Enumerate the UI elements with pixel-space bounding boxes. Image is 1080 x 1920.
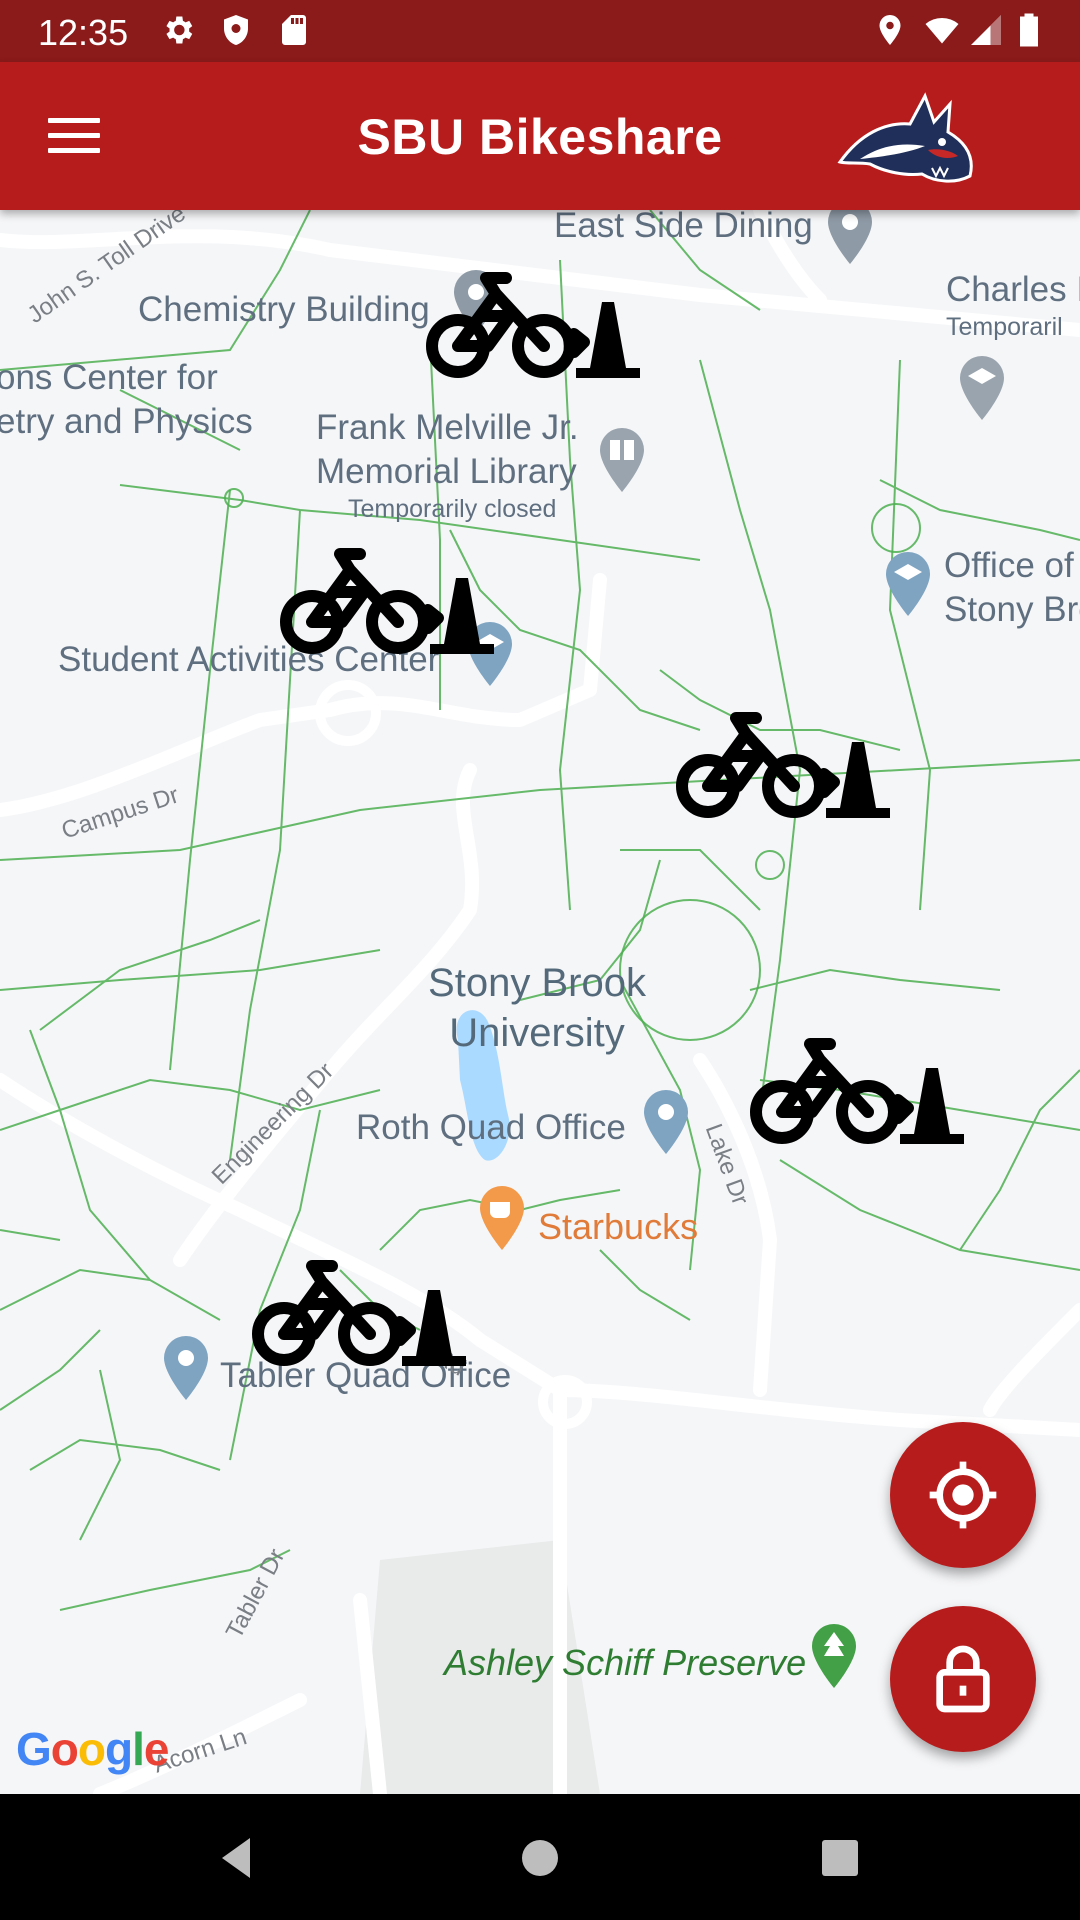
label-starbucks: Starbucks	[538, 1206, 699, 1247]
home-icon[interactable]	[516, 1834, 564, 1882]
map-pin-icon[interactable]	[826, 210, 874, 264]
my-location-button[interactable]	[890, 1422, 1036, 1568]
label-sbu-1: Stony Brook	[428, 961, 646, 1005]
label-roth: Roth Quad Office	[356, 1108, 626, 1147]
school-pin-icon[interactable]	[884, 552, 932, 616]
label-ashley: Ashley Schiff Preserve	[444, 1642, 807, 1683]
label-office-2: Stony Bro	[944, 590, 1080, 629]
bike-station-marker[interactable]	[424, 270, 640, 382]
cell-signal-icon	[971, 15, 1001, 45]
seawolf-logo	[837, 92, 973, 183]
location-icon	[879, 15, 901, 45]
label-simons-2: etry and Physics	[0, 402, 253, 441]
unlock-bike-button[interactable]	[890, 1606, 1036, 1752]
park-pin-icon[interactable]	[810, 1624, 858, 1688]
map-pin-icon[interactable]	[642, 1090, 690, 1154]
bike-station-marker[interactable]	[674, 710, 890, 822]
label-library-sub: Temporarily closed	[348, 495, 557, 523]
wifi-icon	[925, 17, 959, 44]
recents-icon[interactable]	[816, 1834, 864, 1882]
shield-icon	[224, 15, 248, 45]
label-library-2: Memorial Library	[316, 452, 577, 491]
cafe-pin-icon[interactable]	[478, 1186, 526, 1250]
settings-icon	[166, 16, 193, 44]
map-view[interactable]: East Side Dining Charles I Temporaril Ch…	[0, 210, 1080, 1794]
status-bar: 12:35	[0, 0, 1080, 62]
google-attribution: Google	[16, 1723, 169, 1775]
bike-station-marker[interactable]	[748, 1036, 964, 1148]
label-chemistry: Chemistry Building	[138, 290, 430, 329]
sd-card-icon	[282, 15, 306, 45]
school-pin-icon[interactable]	[958, 356, 1006, 420]
label-office-1: Office of	[944, 546, 1074, 585]
label-library-1: Frank Melville Jr.	[316, 408, 579, 447]
my-location-icon	[929, 1461, 997, 1529]
label-simons-1: ons Center for	[0, 358, 218, 397]
bike-station-marker[interactable]	[278, 546, 494, 658]
app-bar: SBU Bikeshare	[0, 62, 1080, 210]
map-pin-icon[interactable]	[162, 1336, 210, 1400]
label-charles-sub: Temporaril	[946, 313, 1063, 341]
back-icon[interactable]	[214, 1834, 262, 1882]
library-pin-icon[interactable]	[598, 428, 646, 492]
bike-station-marker[interactable]	[250, 1258, 466, 1370]
status-time: 12:35	[38, 12, 129, 53]
lock-open-icon	[936, 1645, 990, 1713]
battery-icon	[1020, 13, 1038, 47]
label-east-side-dining: East Side Dining	[554, 210, 813, 245]
label-charles: Charles I	[946, 270, 1080, 309]
label-sbu-2: University	[449, 1011, 625, 1055]
navigation-bar	[0, 1794, 1080, 1920]
